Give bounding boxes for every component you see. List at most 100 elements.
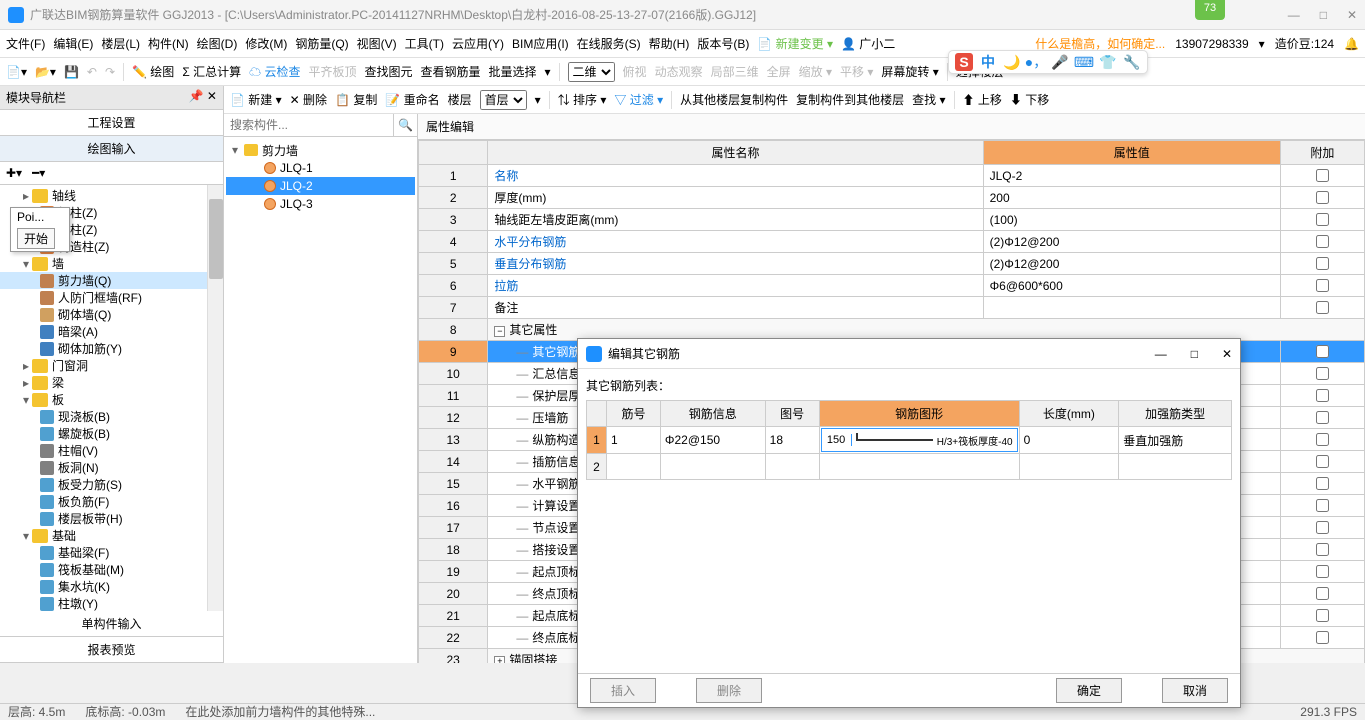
extra-checkbox[interactable] [1316, 521, 1329, 534]
dialog-close-icon[interactable]: ✕ [1222, 347, 1232, 361]
extra-checkbox[interactable] [1316, 499, 1329, 512]
pin-icon[interactable]: 📌 ✕ [189, 89, 217, 106]
menu-floor[interactable]: 楼层(L) [101, 35, 140, 52]
user-label[interactable]: 👤 广小二 [841, 35, 895, 52]
extra-checkbox[interactable] [1316, 389, 1329, 402]
bell-icon[interactable]: 🔔 [1344, 37, 1359, 51]
extra-checkbox[interactable] [1316, 411, 1329, 424]
insert-button[interactable]: 插入 [590, 678, 656, 703]
nav-item[interactable]: ▾基础 [0, 527, 223, 544]
property-row[interactable]: 6拉筋Φ6@600*600 [419, 275, 1365, 297]
extra-checkbox[interactable] [1316, 631, 1329, 644]
close-button[interactable]: ✕ [1347, 8, 1357, 22]
draw-input-button[interactable]: 绘图输入 [0, 136, 223, 162]
save-icon[interactable]: 💾 [64, 65, 79, 79]
extra-checkbox[interactable] [1316, 367, 1329, 380]
rename-button[interactable]: 📝 重命名 [385, 91, 439, 108]
ime-tool-icon[interactable]: 🔧 [1123, 53, 1141, 71]
global-button[interactable]: 全屏 [767, 63, 791, 80]
nav-item[interactable]: ▸门窗洞 [0, 357, 223, 374]
nav-item[interactable]: 板受力筋(S) [0, 476, 223, 493]
engineering-settings-button[interactable]: 工程设置 [0, 110, 223, 136]
ime-moon-icon[interactable]: 🌙 [1003, 53, 1021, 71]
nav-item[interactable]: ▸梁 [0, 374, 223, 391]
menu-file[interactable]: 文件(F) [6, 35, 45, 52]
comp-item[interactable]: JLQ-2 [226, 177, 415, 195]
extra-checkbox[interactable] [1316, 565, 1329, 578]
extra-checkbox[interactable] [1316, 279, 1329, 292]
sum-calc-button[interactable]: Σ 汇总计算 [182, 63, 241, 80]
batch-select-button[interactable]: 批量选择 [489, 63, 537, 80]
nav-item[interactable]: ▸轴线 [0, 187, 223, 204]
extra-checkbox[interactable] [1316, 213, 1329, 226]
view-rebar-button[interactable]: 查看钢筋量 [420, 63, 480, 80]
filter-button[interactable]: ▽ 过滤 ▾ [614, 91, 663, 108]
ime-shirt-icon[interactable]: 👕 [1099, 53, 1117, 71]
nav-item[interactable]: 砌体墙(Q) [0, 306, 223, 323]
cell-tuhao[interactable]: 18 [765, 427, 819, 454]
extra-checkbox[interactable] [1316, 235, 1329, 248]
nav-tree[interactable]: Poi... 开始 ▸轴线框柱(Z)端柱(Z)构造柱(Z)▾墙剪力墙(Q)人防门… [0, 185, 223, 611]
menu-view[interactable]: 视图(V) [357, 35, 397, 52]
find-graph-button[interactable]: 查找图元 [364, 63, 412, 80]
undo-icon[interactable]: ↶ [87, 65, 97, 79]
menu-tool[interactable]: 工具(T) [405, 35, 444, 52]
extra-checkbox[interactable] [1316, 455, 1329, 468]
search-icon[interactable]: 🔍 [393, 114, 417, 136]
copy-button[interactable]: 📋 复制 [335, 91, 377, 108]
table-row[interactable]: 1 1 Φ22@150 18 150 H/3+筏板厚度-40 0 垂直加强筋 [587, 427, 1232, 454]
cell-type[interactable]: 垂直加强筋 [1119, 427, 1232, 454]
move-down-button[interactable]: ⬇ 下移 [1010, 91, 1049, 108]
move-up-button[interactable]: ⬆ 上移 [963, 91, 1002, 108]
delete-button[interactable]: 删除 [696, 678, 762, 703]
extra-checkbox[interactable] [1316, 587, 1329, 600]
table-row[interactable]: 2 [587, 454, 1232, 480]
menu-modify[interactable]: 修改(M) [245, 35, 287, 52]
ime-mic-icon[interactable]: 🎤 [1051, 53, 1069, 71]
nav-item[interactable]: 人防门框墙(RF) [0, 289, 223, 306]
ime-lang-icon[interactable]: 中 [979, 53, 997, 71]
menu-edit[interactable]: 编辑(E) [53, 35, 93, 52]
extra-checkbox[interactable] [1316, 257, 1329, 270]
birdview-button[interactable]: 俯视 [623, 63, 647, 80]
dialog-titlebar[interactable]: 编辑其它钢筋 — □ ✕ [578, 339, 1240, 369]
menu-rebar[interactable]: 钢筋量(Q) [295, 35, 348, 52]
ime-dot-icon[interactable]: ●， [1027, 53, 1045, 71]
extra-checkbox[interactable] [1316, 191, 1329, 204]
start-button[interactable]: 开始 [17, 228, 55, 249]
menu-cloud[interactable]: 云应用(Y) [452, 35, 504, 52]
nav-item[interactable]: 基础梁(F) [0, 544, 223, 561]
draw-button[interactable]: ✏️ 绘图 [132, 63, 174, 80]
ok-button[interactable]: 确定 [1056, 678, 1122, 703]
comp-item[interactable]: JLQ-3 [226, 195, 415, 213]
cell-length[interactable]: 0 [1019, 427, 1119, 454]
maximize-button[interactable]: □ [1320, 8, 1327, 22]
copy-from-button[interactable]: 从其他楼层复制构件 [680, 91, 788, 108]
property-row[interactable]: 1名称JLQ-2 [419, 165, 1365, 187]
dialog-maximize-icon[interactable]: □ [1191, 347, 1198, 361]
sort-button[interactable]: ⇅ 排序 ▾ [558, 91, 607, 108]
nav-item[interactable]: 楼层板带(H) [0, 510, 223, 527]
menu-help[interactable]: 帮助(H) [649, 35, 690, 52]
nav-item[interactable]: 螺旋板(B) [0, 425, 223, 442]
extra-checkbox[interactable] [1316, 543, 1329, 556]
cancel-button[interactable]: 取消 [1162, 678, 1228, 703]
extra-checkbox[interactable] [1316, 477, 1329, 490]
menu-draw[interactable]: 绘图(D) [197, 35, 238, 52]
zoom-button[interactable]: 缩放 ▾ [799, 63, 832, 80]
more-icon[interactable]: ▾ [545, 65, 551, 79]
copy-to-button[interactable]: 复制构件到其他楼层 [796, 91, 904, 108]
ime-gear-icon[interactable]: ⌨ [1075, 53, 1093, 71]
property-row[interactable]: 2厚度(mm)200 [419, 187, 1365, 209]
menu-bim[interactable]: BIM应用(I) [512, 35, 569, 52]
dialog-minimize-icon[interactable]: — [1155, 347, 1167, 361]
component-tree[interactable]: ▾剪力墙JLQ-1JLQ-2JLQ-3 [224, 137, 417, 217]
dynview-button[interactable]: 动态观察 [655, 63, 703, 80]
new-change-button[interactable]: 📄 新建变更 ▾ [757, 35, 833, 52]
rebar-table[interactable]: 筋号 钢筋信息 图号 钢筋图形 长度(mm) 加强筋类型 1 1 Φ22@150… [586, 400, 1232, 480]
nav-item[interactable]: ▾墙 [0, 255, 223, 272]
nav-item[interactable]: 暗梁(A) [0, 323, 223, 340]
property-row[interactable]: 3轴线距左墙皮距离(mm)(100) [419, 209, 1365, 231]
floor-select[interactable]: 首层 [480, 90, 527, 110]
view-mode-select[interactable]: 二维 [568, 62, 615, 82]
